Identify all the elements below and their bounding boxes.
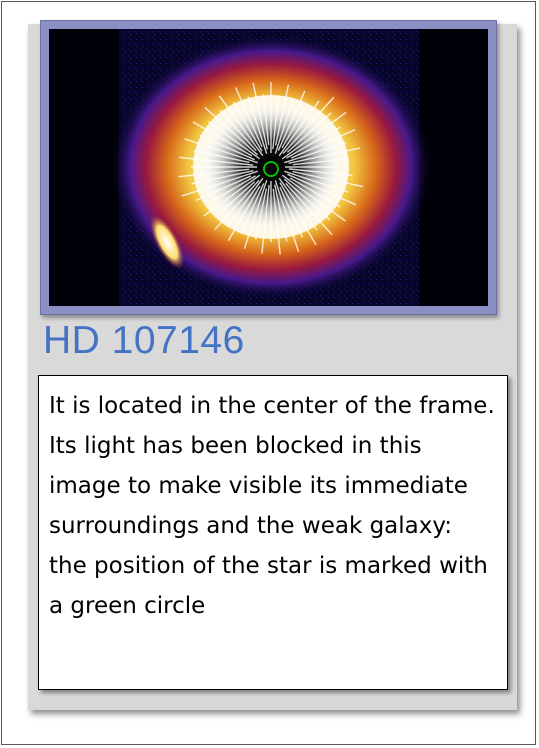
star-title: HD 107146: [43, 319, 245, 362]
description-box: It is located in the center of the frame…: [38, 375, 508, 690]
star-image: [49, 29, 488, 306]
image-frame: [40, 20, 497, 315]
debris-disk-image: [49, 29, 488, 306]
description-text: It is located in the center of the frame…: [49, 393, 495, 619]
